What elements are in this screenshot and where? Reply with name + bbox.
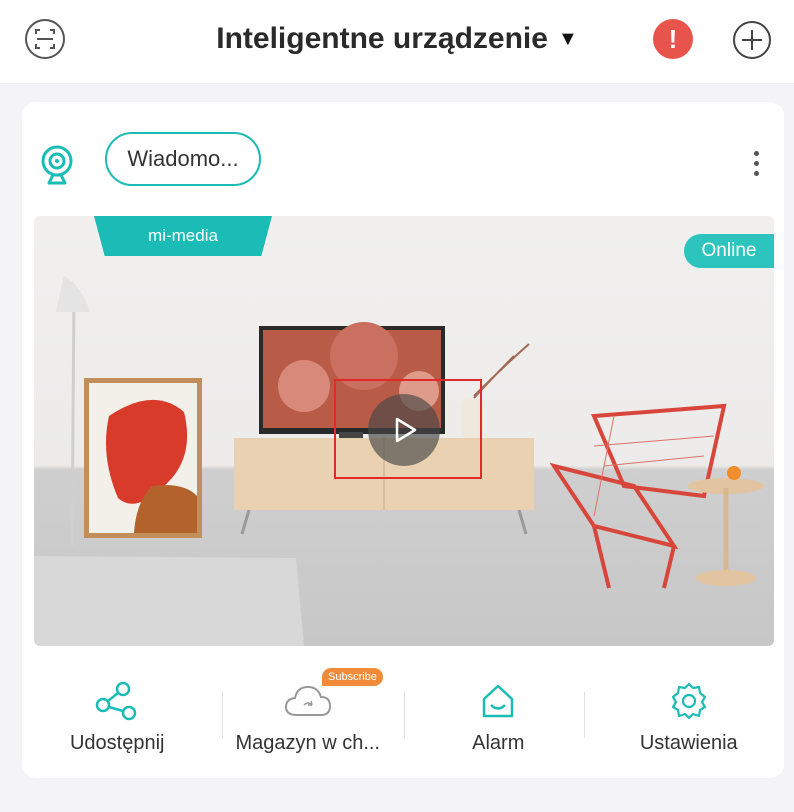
camera-icon	[38, 144, 76, 188]
more-icon	[753, 150, 759, 156]
share-label: Udostępnij	[69, 732, 165, 754]
messages-button[interactable]: Wiadomo...	[105, 132, 261, 186]
play-button[interactable]	[368, 394, 440, 466]
caret-down-icon: ▼	[557, 27, 578, 50]
settings-button[interactable]: Ustawienia	[594, 662, 785, 762]
top-bar: Inteligentne urządzenie ▼ !	[0, 0, 794, 84]
device-name-tag: mi-media	[94, 216, 272, 256]
home-alarm-icon	[483, 684, 514, 718]
more-options-button[interactable]	[744, 146, 768, 180]
add-device-button[interactable]	[728, 16, 776, 64]
alert-icon: !	[668, 24, 678, 54]
alarm-label: Alarm	[472, 732, 525, 754]
subscribe-badge: Subscribe	[322, 668, 383, 686]
device-name: mi-media	[148, 226, 218, 245]
status-text: Online	[701, 240, 757, 261]
status-badge: Online	[684, 234, 774, 268]
alarm-button[interactable]: Alarm	[403, 662, 594, 762]
share-button[interactable]: Udostępnij	[22, 662, 213, 762]
messages-label: Wiadomo...	[127, 146, 239, 171]
divider	[584, 692, 585, 738]
play-icon	[395, 417, 417, 443]
settings-label: Ustawienia	[639, 732, 738, 754]
device-actions: Udostępnij Magazyn w ch... Subscribe Ala…	[22, 662, 784, 762]
alert-button[interactable]: !	[653, 19, 693, 59]
device-card: Wiadomo... mi-media Online Udostępnij Ma…	[22, 102, 784, 778]
more-icon-dot	[753, 170, 759, 176]
add-icon	[733, 21, 771, 59]
cloud-icon	[284, 685, 331, 716]
home-selector[interactable]: Inteligentne urządzenie ▼	[216, 22, 578, 56]
cloud-storage-label: Magazyn w ch...	[235, 732, 380, 754]
camera-preview[interactable]: mi-media Online	[34, 216, 774, 646]
more-icon-dot	[753, 160, 759, 166]
page-title: Inteligentne urządzenie	[216, 22, 548, 55]
share-icon	[96, 681, 137, 721]
gear-icon	[671, 682, 706, 720]
